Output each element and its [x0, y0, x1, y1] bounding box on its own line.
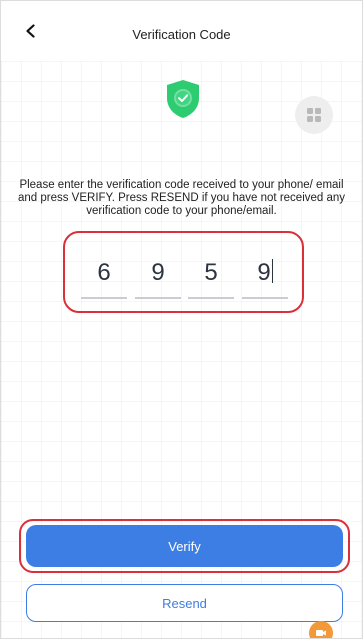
grid-icon	[307, 108, 321, 122]
header-bar: Verification Code	[1, 1, 362, 61]
verify-button[interactable]: Verify	[26, 525, 343, 567]
code-digit-1[interactable]: 6	[81, 253, 127, 299]
code-digit-2-value: 9	[151, 259, 165, 286]
verification-screen: Verification Code Please enter the verif…	[0, 0, 363, 639]
page-title: Verification Code	[132, 27, 231, 42]
instruction-text: Please enter the verification code recei…	[17, 179, 346, 217]
code-digit-4-value: 9	[257, 259, 271, 286]
code-digit-3-value: 5	[204, 259, 218, 286]
code-digit-3[interactable]: 5	[188, 253, 234, 299]
video-camera-icon	[316, 630, 326, 636]
resend-button[interactable]: Resend	[26, 584, 343, 622]
code-digit-1-value: 6	[97, 259, 111, 286]
grid-menu-button[interactable]	[295, 96, 333, 134]
shield-check-icon	[167, 80, 199, 118]
code-digit-2[interactable]: 9	[135, 253, 181, 299]
text-cursor	[271, 259, 273, 283]
floating-video-button[interactable]	[309, 621, 333, 638]
code-digit-4[interactable]: 9	[242, 253, 288, 299]
